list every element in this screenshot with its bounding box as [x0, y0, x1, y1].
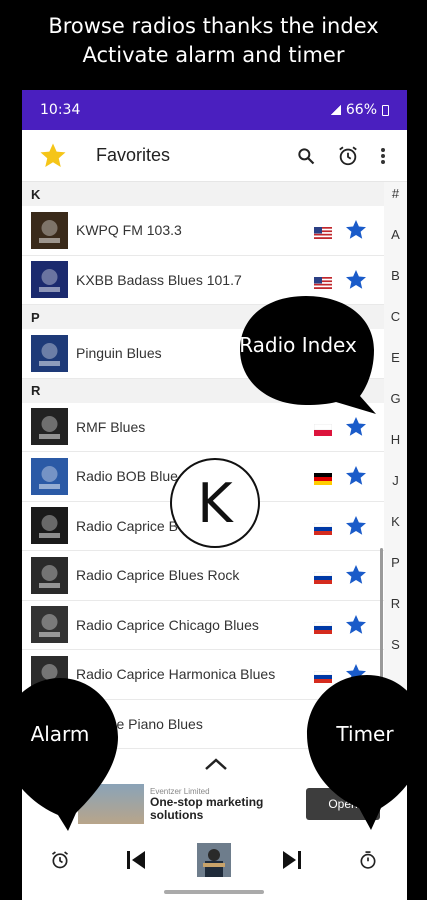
- station-name: KWPQ FM 103.3: [76, 222, 182, 239]
- alarm-callout: [2, 678, 118, 831]
- index-letter[interactable]: S: [384, 637, 407, 652]
- scrollbar-thumb[interactable]: [380, 548, 383, 688]
- favorite-star-icon[interactable]: [344, 514, 368, 538]
- index-letter[interactable]: C: [384, 309, 407, 324]
- index-letter[interactable]: H: [384, 432, 407, 447]
- signal-icon: [330, 105, 341, 115]
- battery-icon: [382, 104, 389, 116]
- alarm-icon[interactable]: [327, 135, 369, 177]
- index-letter-bubble: K: [170, 458, 260, 548]
- page-title: Favorites: [96, 145, 171, 165]
- search-icon[interactable]: [285, 135, 327, 177]
- station-logo: [31, 408, 68, 446]
- index-letter[interactable]: A: [384, 227, 407, 242]
- timer-callout: [307, 675, 425, 830]
- favorite-star-icon[interactable]: [344, 613, 368, 637]
- app-bar: Favorites: [22, 130, 407, 182]
- skip-next-icon[interactable]: [274, 842, 310, 878]
- alarm-label: Alarm: [30, 722, 90, 746]
- country-flag-icon: [313, 569, 333, 585]
- index-letter[interactable]: R: [384, 596, 407, 611]
- station-logo: [31, 507, 68, 545]
- station-name: RMF Blues: [76, 418, 146, 435]
- section-header: K: [22, 182, 384, 206]
- skip-previous-icon[interactable]: [118, 842, 154, 878]
- ad-headline-2: solutions: [150, 807, 204, 822]
- more-vert-icon[interactable]: [369, 135, 397, 177]
- country-flag-icon: [314, 224, 332, 240]
- now-playing-artwork[interactable]: [196, 842, 232, 878]
- station-row[interactable]: Radio Caprice Blues Rock: [22, 551, 384, 601]
- ad-headline-1: One-stop marketing: [150, 794, 264, 809]
- promo-caption-line2: Activate alarm and timer: [82, 43, 345, 67]
- country-flag-icon: [313, 421, 333, 436]
- country-flag-icon: [313, 619, 333, 634]
- station-logo: [31, 606, 68, 644]
- index-letter[interactable]: J: [384, 473, 407, 488]
- chevron-up-icon[interactable]: [203, 756, 229, 776]
- favorite-star-icon[interactable]: [344, 268, 368, 292]
- station-name: Radio Caprice Chicago Blues: [76, 616, 259, 633]
- index-letter[interactable]: G: [384, 391, 407, 406]
- index-letter[interactable]: P: [384, 555, 407, 570]
- station-logo: [31, 457, 68, 495]
- alarm-button-icon[interactable]: [42, 842, 78, 878]
- favorite-star-icon[interactable]: [344, 218, 368, 242]
- index-letter[interactable]: #: [384, 186, 407, 201]
- country-flag-icon: [314, 274, 332, 289]
- battery-percent: 66%: [345, 102, 377, 118]
- station-logo: [31, 261, 68, 299]
- favorite-star-icon[interactable]: [344, 563, 368, 587]
- station-logo: [31, 334, 68, 372]
- station-logo: [31, 211, 68, 249]
- timer-icon[interactable]: [350, 842, 386, 878]
- country-flag-icon: [313, 520, 333, 535]
- player-controls: [22, 836, 407, 886]
- favorite-star-icon[interactable]: [344, 464, 368, 488]
- status-time: 10:34: [40, 102, 81, 118]
- radio-index-label: Radio Index: [239, 333, 357, 357]
- station-name: KXBB Badass Blues 101.7: [76, 271, 242, 288]
- gesture-nav-bar[interactable]: [164, 890, 264, 894]
- star-icon[interactable]: [32, 135, 74, 177]
- country-flag-icon: [314, 470, 332, 486]
- timer-label: Timer: [336, 722, 394, 746]
- index-letter[interactable]: B: [384, 268, 407, 283]
- index-letter[interactable]: E: [384, 350, 407, 365]
- index-letter[interactable]: K: [384, 514, 407, 529]
- station-row[interactable]: Radio Caprice Chicago Blues: [22, 601, 384, 650]
- status-bar: 10:34 66%: [22, 90, 407, 130]
- promo-caption-line1: Browse radios thanks the index: [48, 14, 379, 38]
- station-row[interactable]: KWPQ FM 103.3: [22, 206, 384, 256]
- favorite-star-icon[interactable]: [344, 415, 368, 439]
- station-name: Radio Caprice Blues Rock: [76, 567, 240, 584]
- station-logo: [31, 556, 68, 594]
